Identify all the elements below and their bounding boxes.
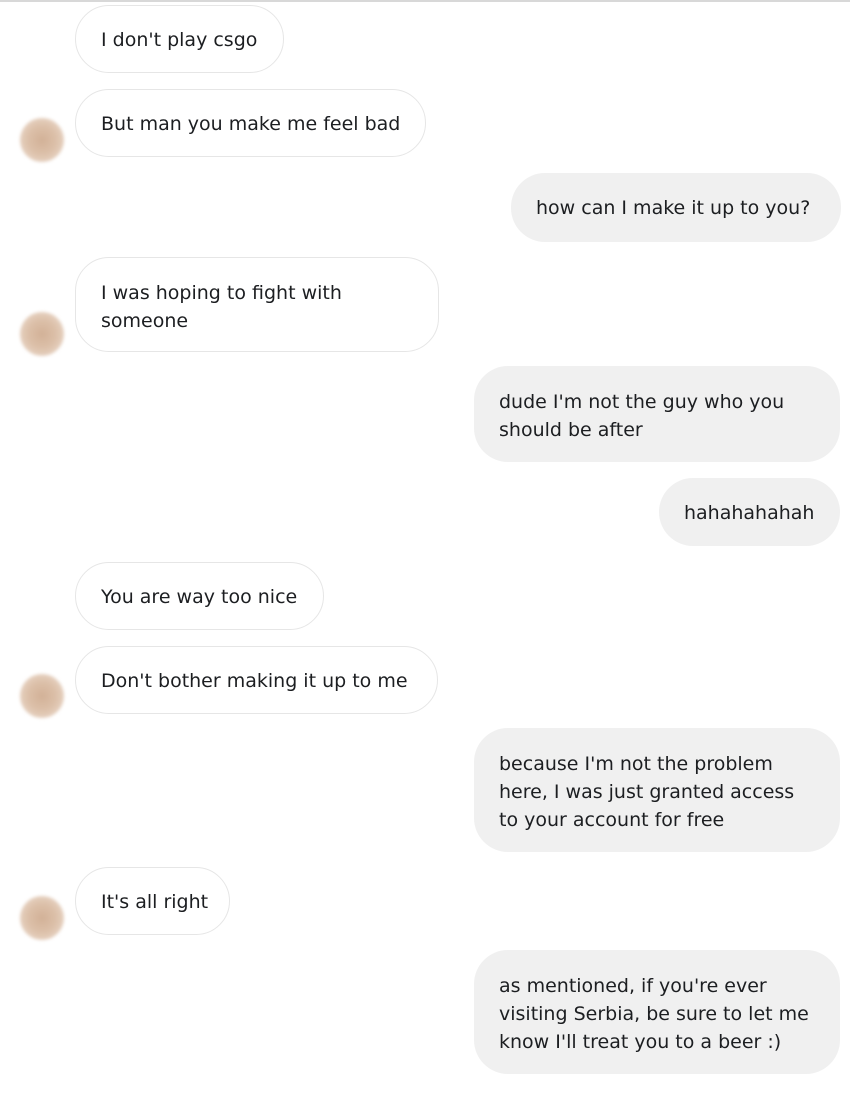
top-divider [0,0,850,2]
contact-avatar-icon[interactable] [20,118,64,162]
incoming-message[interactable]: It's all right [75,867,230,935]
message-text-line: hahahahahah [684,502,815,524]
message-text-line: someone [101,310,189,332]
message-text-line: It's all right [101,891,209,913]
message-text-line: here, I was just granted access [499,781,795,803]
message-text-line: because I'm not the problem [499,753,773,775]
message-text-line: know I'll treat you to a beer :) [499,1031,782,1053]
message-text-line: as mentioned, if you're ever [499,975,767,997]
message-text-line: You are way too nice [101,586,298,608]
incoming-message[interactable]: Don't bother making it up to me [75,646,438,714]
contact-avatar-icon[interactable] [20,312,64,356]
outgoing-message[interactable]: as mentioned, if you're ever visiting Se… [474,950,840,1074]
incoming-message[interactable]: I don't play csgo [75,5,284,73]
message-text-line: Don't bother making it up to me [101,670,408,692]
message-text-line: to your account for free [499,809,725,831]
message-text-line: should be after [499,419,643,441]
message-text-line: I don't play csgo [101,29,258,51]
outgoing-message[interactable]: hahahahahah [659,478,840,546]
contact-avatar-icon[interactable] [20,896,64,940]
outgoing-message[interactable]: because I'm not the problem here, I was … [474,728,840,852]
outgoing-message[interactable]: how can I make it up to you? [511,173,841,242]
incoming-message[interactable]: I was hoping to fight with someone [75,257,439,352]
incoming-message[interactable]: But man you make me feel bad [75,89,426,157]
message-text-line: visiting Serbia, be sure to let me [499,1003,809,1025]
incoming-message[interactable]: You are way too nice [75,562,324,630]
message-text-line: But man you make me feel bad [101,113,401,135]
message-text-line: I was hoping to fight with [101,282,342,304]
message-text-line: dude I'm not the guy who you [499,391,785,413]
contact-avatar-icon[interactable] [20,674,64,718]
message-text-line: how can I make it up to you? [536,197,811,219]
outgoing-message[interactable]: dude I'm not the guy who you should be a… [474,366,840,462]
